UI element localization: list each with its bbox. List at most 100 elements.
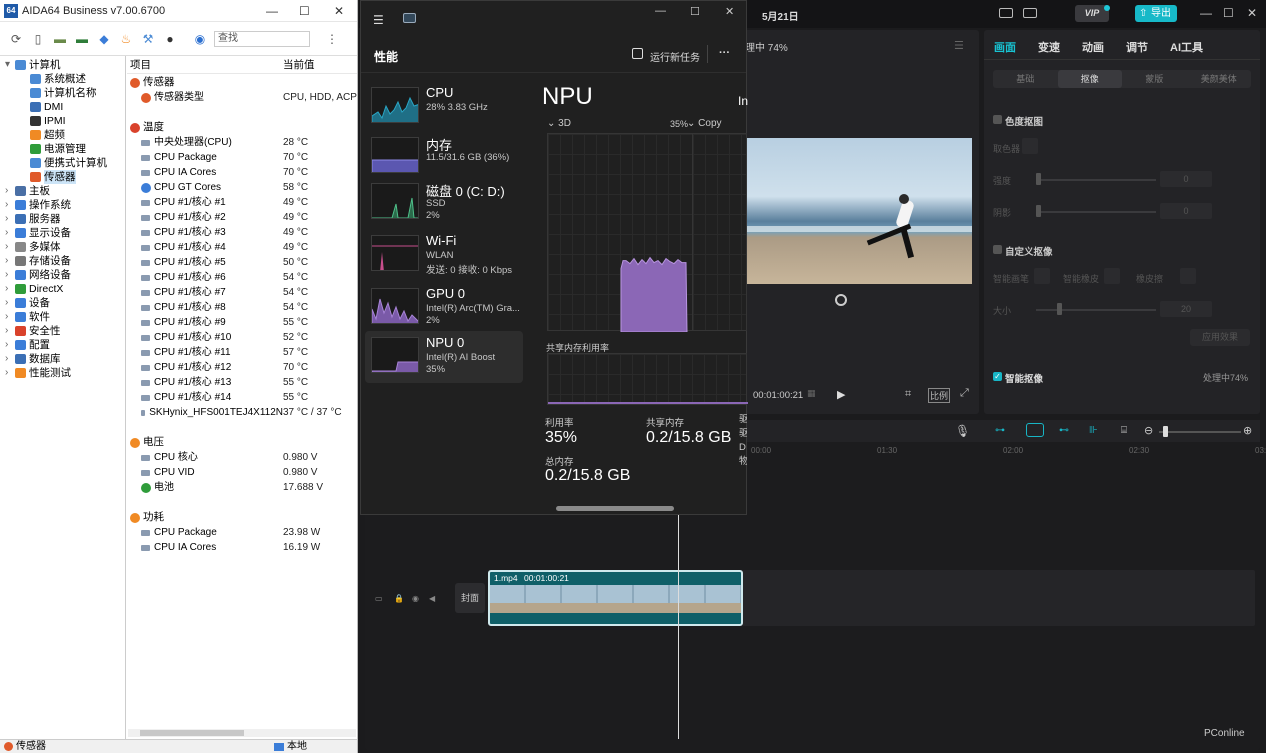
tab-3[interactable]: 调节 <box>1126 39 1148 55</box>
tree-item[interactable]: › 存储设备 <box>0 254 125 268</box>
motherboard-icon[interactable]: ▬ <box>52 31 68 47</box>
expand-icon[interactable]: › <box>5 296 15 310</box>
horizontal-scrollbar[interactable] <box>128 729 356 737</box>
list-item[interactable]: 电池 17.688 V <box>127 480 357 495</box>
expand-icon[interactable]: › <box>5 254 15 268</box>
list-item[interactable]: CPU #1/核心 #11 57 °C <box>127 345 357 360</box>
tree-item[interactable]: › 显示设备 <box>0 226 125 240</box>
track-eye-icon[interactable]: ◉ <box>412 594 419 603</box>
tree-item[interactable]: IPMI <box>0 114 125 128</box>
cover-button[interactable]: 封面 <box>455 583 485 613</box>
run-task-button[interactable]: 运行新任务 <box>650 49 700 64</box>
crop-icon[interactable]: ⌗ <box>905 388 911 401</box>
tree-item[interactable]: › 操作系统 <box>0 198 125 212</box>
memory-icon[interactable]: ▬ <box>74 31 90 47</box>
list-item[interactable]: 中央处理器(CPU) 28 °C <box>127 135 357 150</box>
tree-item[interactable]: › 主板 <box>0 184 125 198</box>
list-item[interactable]: CPU 核心 0.980 V <box>127 450 357 465</box>
report-icon[interactable]: ▯ <box>30 31 46 47</box>
list-item[interactable] <box>127 420 357 435</box>
globe-icon[interactable]: ◉ <box>192 31 208 47</box>
list-item[interactable]: CPU IA Cores 70 °C <box>127 165 357 180</box>
minimize-icon[interactable]: — <box>266 4 278 18</box>
tree-item[interactable]: 传感器 <box>0 170 125 184</box>
smart-cutout-checkbox[interactable]: ✓ <box>993 372 1002 381</box>
tree-item[interactable]: 便携式计算机 <box>0 156 125 170</box>
chroma-checkbox[interactable] <box>993 115 1002 124</box>
list-item[interactable]: CPU Package 70 °C <box>127 150 357 165</box>
tree-item[interactable]: › 多媒体 <box>0 240 125 254</box>
link-icon[interactable] <box>1026 423 1044 437</box>
list-item[interactable] <box>127 105 357 120</box>
track-lock-icon[interactable]: 🔒 <box>394 594 404 603</box>
list-item[interactable]: CPU #1/核心 #5 50 °C <box>127 255 357 270</box>
expand-icon[interactable]: › <box>5 352 15 366</box>
tree-item[interactable]: › 数据库 <box>0 352 125 366</box>
column-item[interactable]: 项目 <box>127 57 283 72</box>
maximize-icon[interactable]: ☐ <box>299 4 310 18</box>
tree-item[interactable]: 超频 <box>0 128 125 142</box>
expand-icon[interactable]: › <box>5 282 15 296</box>
perf-item-npu[interactable]: NPU 0 Intel(R) AI Boost 35% <box>365 331 523 383</box>
video-preview[interactable] <box>746 138 972 284</box>
keyboard-icon[interactable] <box>999 8 1013 18</box>
expand-icon[interactable]: › <box>5 226 15 240</box>
zoom-thumb[interactable] <box>1163 426 1168 437</box>
tools-icon[interactable]: ⚒ <box>140 31 156 47</box>
shadow-slider[interactable] <box>1036 211 1156 213</box>
subtab-3[interactable]: 美颜美体 <box>1187 70 1252 88</box>
magnet-icon[interactable]: ⊶ <box>995 425 1005 436</box>
expand-icon[interactable]: › <box>5 184 15 198</box>
microphone-icon[interactable]: 🎙 <box>955 424 970 438</box>
expand-icon[interactable]: › <box>5 240 15 254</box>
tree-item[interactable]: › 网络设备 <box>0 268 125 282</box>
layout-icon[interactable] <box>1023 8 1037 18</box>
tree-item[interactable]: › 性能测试 <box>0 366 125 380</box>
perf-item-[interactable]: 磁盘 0 (C: D:) SSD 2% <box>365 177 523 229</box>
list-item[interactable]: CPU #1/核心 #3 49 °C <box>127 225 357 240</box>
tree-item[interactable]: ▾ 计算机 <box>0 58 125 72</box>
tree-item[interactable]: 计算机名称 <box>0 86 125 100</box>
column-value[interactable]: 当前值 <box>283 57 315 72</box>
tree-item[interactable]: DMI <box>0 100 125 114</box>
eraser-icon[interactable] <box>1180 268 1196 284</box>
expand-icon[interactable]: › <box>5 324 15 338</box>
expand-icon[interactable]: › <box>5 366 15 380</box>
tree-item[interactable]: › 设备 <box>0 296 125 310</box>
playhead[interactable] <box>678 484 679 739</box>
expand-icon[interactable]: › <box>5 268 15 282</box>
apply-button[interactable]: 应用效果 <box>1190 329 1250 346</box>
zoom-slider[interactable] <box>1159 431 1241 433</box>
color-picker[interactable] <box>1022 138 1038 154</box>
fullscreen-icon[interactable]: ⤢ <box>960 387 969 400</box>
expand-icon[interactable]: › <box>5 338 15 352</box>
video-clip[interactable]: 1.mp4 00:01:00:21 <box>488 570 743 626</box>
close-icon[interactable]: ✕ <box>1247 6 1257 20</box>
list-item[interactable]: CPU #1/核心 #7 54 °C <box>127 285 357 300</box>
list-item[interactable]: CPU #1/核心 #10 52 °C <box>127 330 357 345</box>
list-item[interactable]: CPU #1/核心 #8 54 °C <box>127 300 357 315</box>
group-header[interactable]: 电压 <box>127 435 357 450</box>
list-item[interactable]: CPU #1/核心 #12 70 °C <box>127 360 357 375</box>
tab-0[interactable]: 画面 <box>994 39 1016 55</box>
maximize-icon[interactable]: ☐ <box>1223 6 1234 20</box>
list-item[interactable]: CPU GT Cores 58 °C <box>127 180 357 195</box>
tab-1[interactable]: 变速 <box>1038 39 1060 55</box>
list-item[interactable]: CPU VID 0.980 V <box>127 465 357 480</box>
tree-item[interactable]: › 服务器 <box>0 212 125 226</box>
menu-icon[interactable]: ☰ <box>954 39 964 52</box>
subtab-2[interactable]: 蒙版 <box>1122 70 1187 88</box>
search-input[interactable]: 查找 <box>214 30 310 47</box>
group-header[interactable]: 温度 <box>127 120 357 135</box>
tree-item[interactable]: › DirectX <box>0 282 125 296</box>
minimize-icon[interactable]: — <box>655 5 666 17</box>
graph-engine-label[interactable]: ⌄ 3D <box>547 118 571 129</box>
rotate-icon[interactable] <box>835 294 847 306</box>
perf-item-gpu[interactable]: GPU 0 Intel(R) Arc(TM) Gra... 2% <box>365 282 523 334</box>
preview-axis-icon[interactable]: ⊷ <box>1059 425 1069 436</box>
more-options-icon[interactable]: ··· <box>719 47 730 59</box>
list-item[interactable]: CPU #1/核心 #2 49 °C <box>127 210 357 225</box>
track-hide-icon[interactable]: ▭ <box>375 594 383 603</box>
size-value[interactable]: 20 <box>1160 301 1212 317</box>
slider-thumb[interactable] <box>1036 205 1041 217</box>
